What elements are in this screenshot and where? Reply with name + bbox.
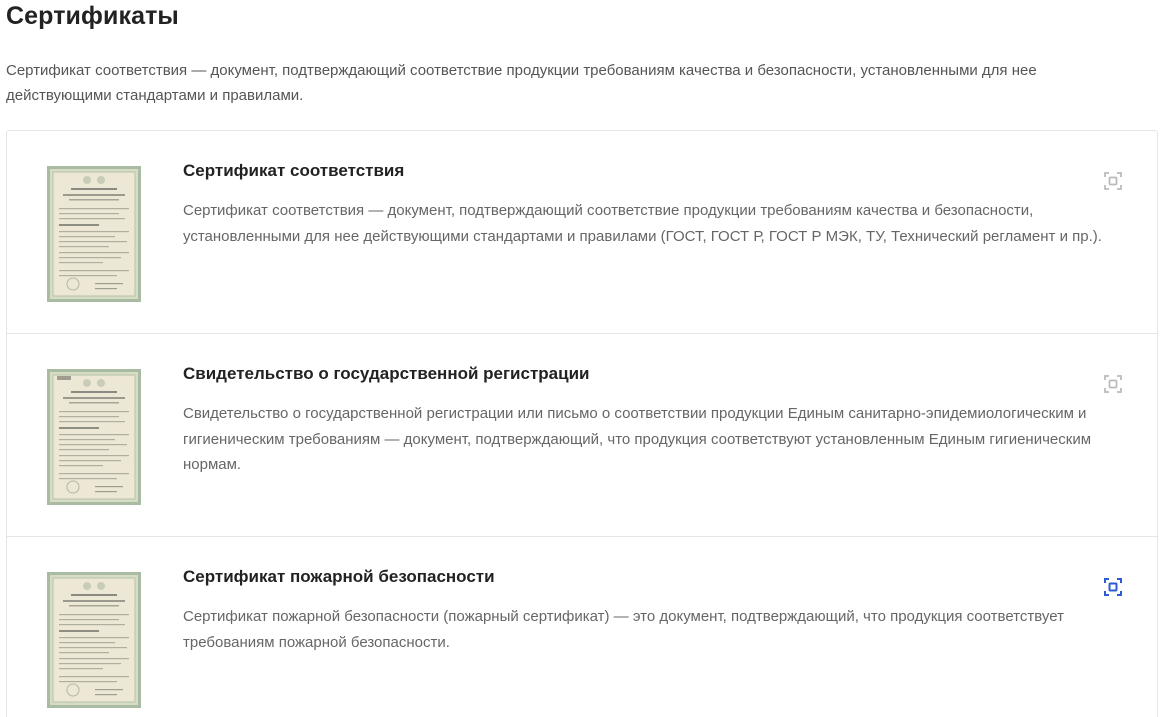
zoom-frame-icon[interactable]	[1103, 577, 1123, 597]
certificate-item: Сертификат соответствия Сертификат соотв…	[7, 131, 1157, 334]
certificate-description: Сертификат соответствия — документ, подт…	[183, 202, 1102, 245]
certificate-thumbnail[interactable]	[47, 369, 141, 505]
certificate-description: Сертификат пожарной безопасности (пожарн…	[183, 608, 1064, 651]
certificate-title: Сертификат соответствия	[183, 161, 405, 180]
certificate-image	[47, 166, 141, 302]
page-title: Сертификаты	[6, 2, 179, 30]
certificate-list: Сертификат соответствия Сертификат соотв…	[6, 130, 1158, 717]
certificate-description: Свидетельство о государственной регистра…	[183, 405, 1092, 473]
certificate-title: Сертификат пожарной безопасности	[183, 567, 495, 586]
zoom-frame-icon[interactable]	[1103, 171, 1123, 191]
certificate-image	[47, 572, 141, 708]
certificate-thumbnail[interactable]	[47, 572, 141, 708]
certificate-thumbnail[interactable]	[47, 166, 141, 302]
certificate-item: Свидетельство о государственной регистра…	[7, 334, 1157, 537]
zoom-frame-icon[interactable]	[1103, 374, 1123, 394]
certificate-title: Свидетельство о государственной регистра…	[183, 364, 590, 383]
page-intro: Сертификат соответствия — документ, подт…	[6, 62, 1037, 104]
certificates-page: Сертификаты Сертификат соответствия — до…	[0, 0, 1164, 717]
certificate-item: Сертификат пожарной безопасности Сертифи…	[7, 537, 1157, 717]
certificate-image	[47, 369, 141, 505]
